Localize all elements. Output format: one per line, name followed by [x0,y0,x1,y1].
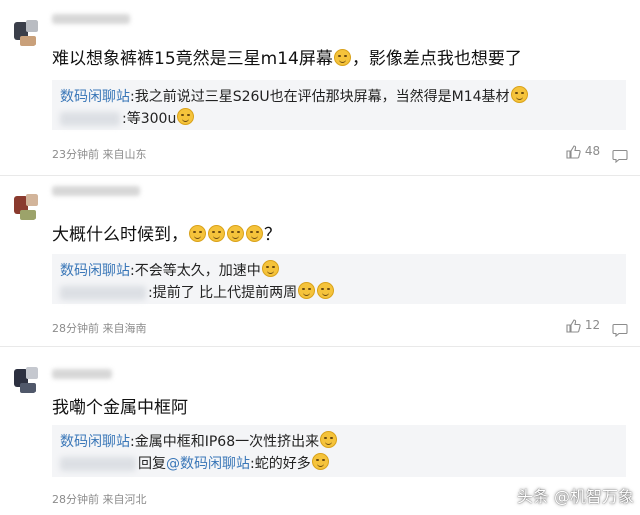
thumbs-up-icon [566,144,581,159]
emoji-icon [261,260,279,277]
comment-text: 难以想象裤裤15竟然是三星m14屏幕 ，影像差点我也想要了 [52,49,522,69]
avatar[interactable] [10,16,42,48]
comment-meta: 28分钟前 来自河北 [52,493,147,506]
emoji-icon [189,225,206,242]
reply-author-link[interactable]: 数码闲聊站 [60,434,130,450]
reply-author-blurred[interactable] [60,286,146,300]
reply-line: 数码闲聊站:金属中框和IP68一次性挤出来 [60,431,338,451]
like-button[interactable]: 48 [566,144,600,159]
like-count: 48 [584,144,601,158]
reply-line: 数码闲聊站:不会等太久，加速中 [60,260,280,280]
thumbs-up-icon [566,318,581,333]
emoji-icon [317,282,335,299]
emoji-icon [510,86,528,103]
comment-icon[interactable] [612,319,628,338]
comment-1: 难以想象裤裤15竟然是三星m14屏幕 ，影像差点我也想要了 数码闲聊站:我之前说过… [0,0,640,172]
avatar[interactable] [10,363,42,395]
like-button[interactable]: 12 [566,318,600,333]
reply-line: :等300u [60,108,195,128]
reply-line: 回复@数码闲聊站:蛇的好多 [60,453,330,473]
reply-author-blurred[interactable] [60,457,136,471]
comment-meta: 23分钟前 来自山东 [52,148,147,161]
like-count: 12 [584,318,601,332]
reply-box[interactable]: 数码闲聊站:不会等太久，加速中 :提前了 比上代提前两周 [52,254,626,304]
comment-text: 大概什么时候到，？ [52,225,281,245]
watermark: 头条 @机智万象 [516,487,634,506]
reply-author-blurred[interactable] [60,112,120,126]
emoji-icon [246,225,263,242]
username-blurred [52,369,112,379]
emoji-icon [227,225,244,242]
emoji-icon [298,282,316,299]
reply-line: 数码闲聊站:我之前说过三星S26U也在评估那块屏幕，当然得是M14基材 [60,86,529,106]
comment-icon[interactable] [612,145,628,164]
reply-author-link[interactable]: 数码闲聊站 [60,263,130,279]
reply-box[interactable]: 数码闲聊站:我之前说过三星S26U也在评估那块屏幕，当然得是M14基材 :等30… [52,80,626,130]
comment-meta: 28分钟前 来自海南 [52,322,147,335]
username-blurred [52,186,140,196]
comment-text: 我嘞个金属中框阿 [52,398,188,418]
emoji-icon [320,431,338,448]
username-blurred [52,14,130,24]
reply-author-link[interactable]: 数码闲聊站 [60,89,130,105]
emoji-icon [333,49,351,66]
reply-line: :提前了 比上代提前两周 [60,282,335,302]
mention-link[interactable]: @数码闲聊站 [166,456,250,472]
emoji-icon [311,453,329,470]
avatar[interactable] [10,190,42,222]
comment-2: 大概什么时候到，？ 数码闲聊站:不会等太久，加速中 :提前了 比上代提前两周 2… [0,176,640,344]
emoji-icon [177,108,195,125]
reply-box[interactable]: 数码闲聊站:金属中框和IP68一次性挤出来 回复@数码闲聊站:蛇的好多 [52,425,626,477]
emoji-icon [208,225,225,242]
